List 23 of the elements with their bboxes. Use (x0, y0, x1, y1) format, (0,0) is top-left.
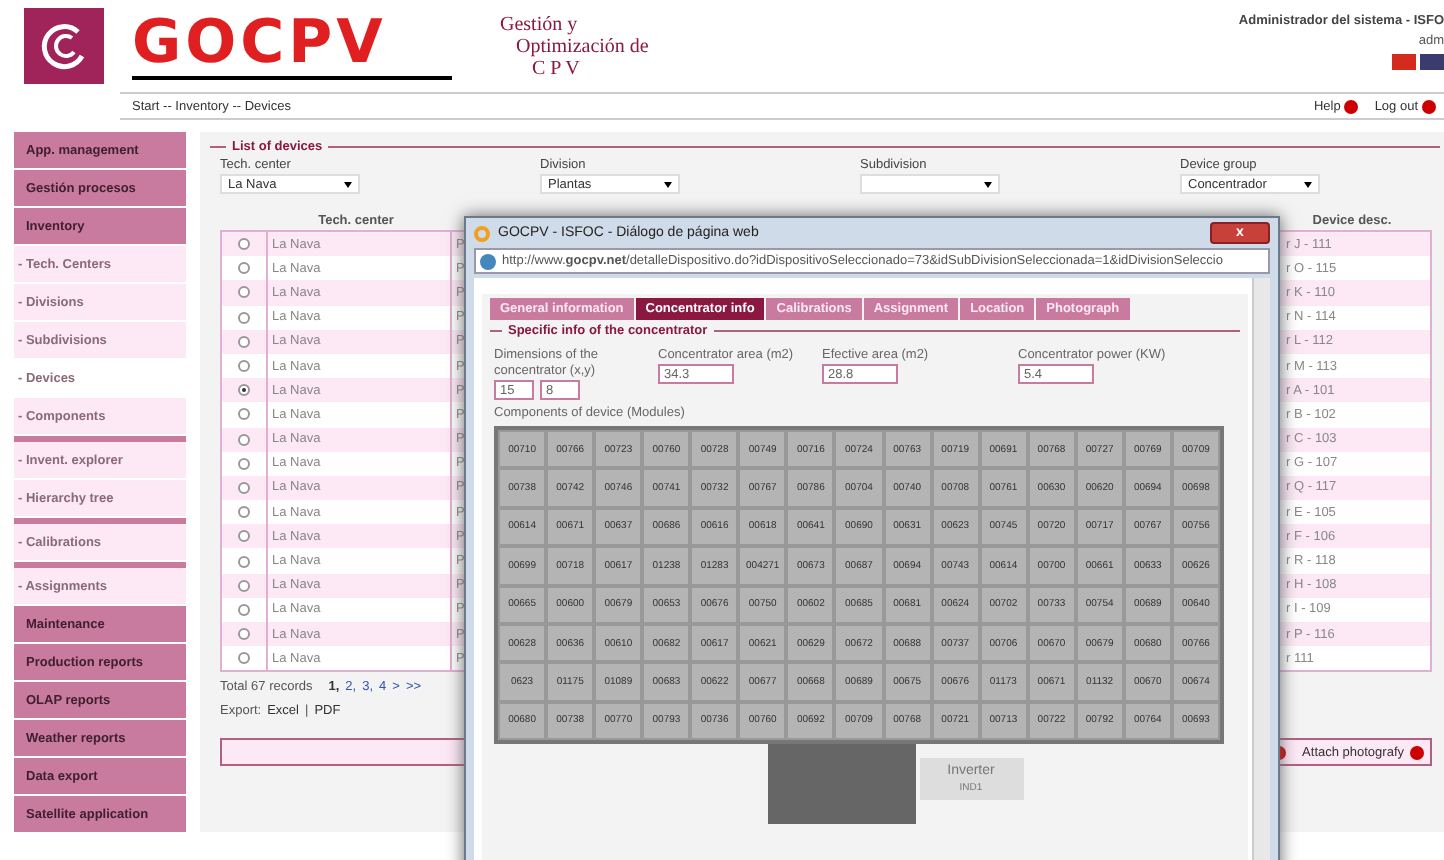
row-radio[interactable] (238, 384, 250, 397)
row-radio[interactable] (238, 506, 250, 519)
row-radio[interactable] (238, 311, 250, 324)
row-radio[interactable] (238, 238, 250, 251)
row-radio[interactable] (238, 457, 250, 470)
row-radio[interactable] (238, 603, 250, 616)
row-radio[interactable] (238, 579, 250, 592)
row-radio[interactable] (238, 335, 250, 348)
row-radio[interactable] (238, 530, 250, 543)
browser-icon (474, 225, 490, 241)
row-radio[interactable] (238, 262, 250, 275)
row-radio[interactable] (238, 433, 250, 446)
row-radio[interactable] (238, 555, 250, 568)
logo-icon (24, 8, 104, 84)
row-radio[interactable] (238, 628, 250, 641)
scrollbar[interactable] (1252, 278, 1270, 860)
tagline: Gestión y Optimización de C P V (500, 13, 649, 79)
row-radio[interactable] (238, 286, 250, 299)
row-radio[interactable] (238, 652, 250, 665)
row-radio[interactable] (238, 408, 250, 421)
logo-text: GOCPV (132, 12, 452, 80)
row-radio[interactable] (238, 481, 250, 494)
row-radio[interactable] (238, 360, 250, 373)
